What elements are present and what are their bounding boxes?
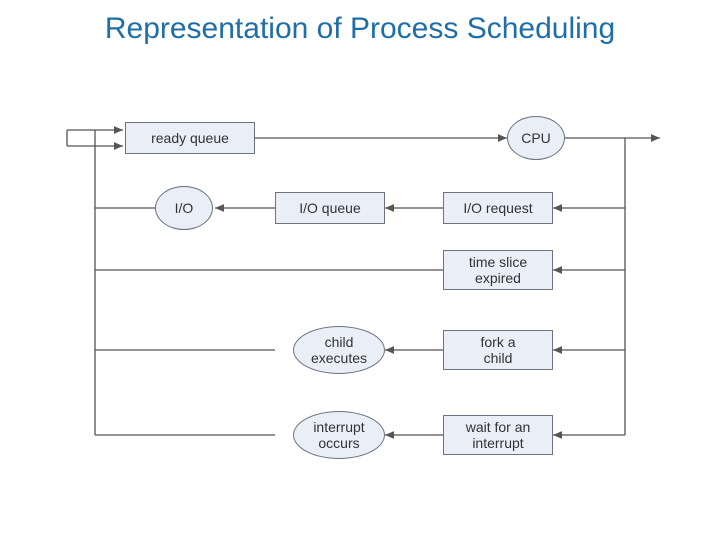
time-slice-box: time slice expired [443,250,553,290]
child-executes-node: child executes [293,326,385,374]
io-request-box: I/O request [443,192,553,224]
ready-queue-box: ready queue [125,122,255,154]
io-queue-box: I/O queue [275,192,385,224]
fork-child-box: fork a child [443,330,553,370]
page-title: Representation of Process Scheduling [0,12,720,46]
slide: Representation of Process Scheduling [0,0,720,540]
cpu-node: CPU [507,116,565,160]
wait-interrupt-box: wait for an interrupt [443,415,553,455]
io-node: I/O [155,186,213,230]
diagram: ready queue CPU I/O I/O queue I/O reques… [55,100,665,470]
interrupt-occurs-node: interrupt occurs [293,411,385,459]
